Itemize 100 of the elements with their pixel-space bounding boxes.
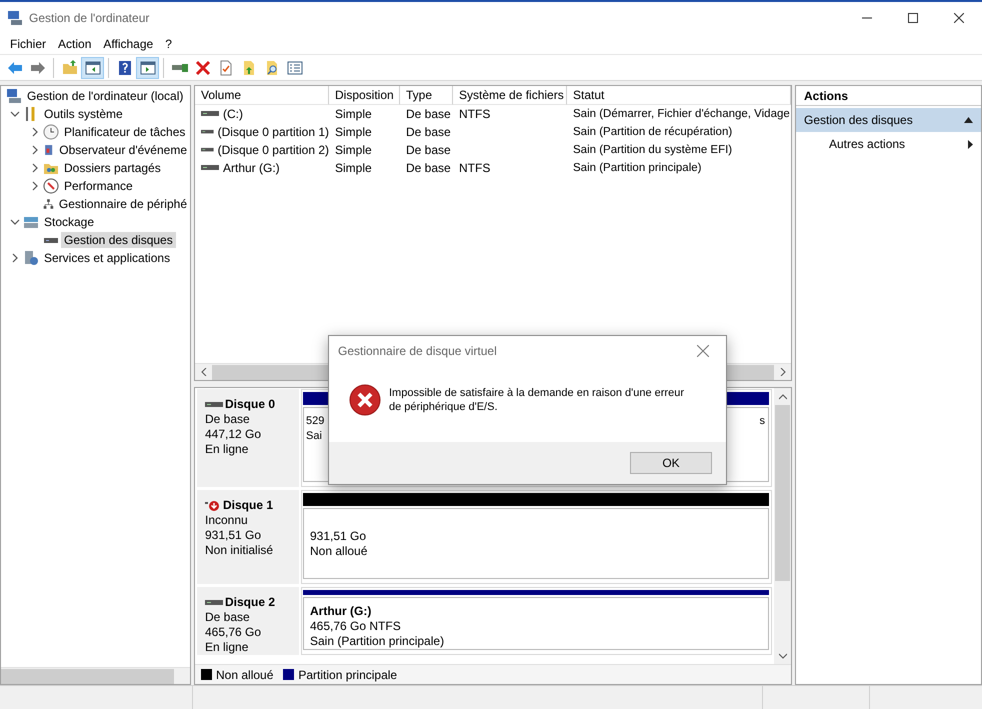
table-cell: (C:) — [223, 107, 243, 121]
disk-info: En ligne — [205, 640, 250, 655]
device-tree-icon — [43, 196, 54, 212]
close-icon — [954, 12, 964, 22]
table-cell: (Disque 0 partition 2) — [218, 143, 329, 157]
help-icon — [116, 60, 132, 76]
partition-block[interactable]: 931,51 Go Non alloué — [303, 508, 769, 579]
tree-item[interactable]: Gestionnaire de périphé — [56, 196, 190, 212]
partition-info: s — [760, 414, 765, 429]
column-header[interactable]: Statut — [567, 86, 791, 105]
table-cell: Sain (Partition du système EFI) — [573, 144, 732, 156]
table-cell: De base — [406, 125, 451, 139]
partition-info: 529 — [306, 414, 324, 429]
dialog-title: Gestionnaire de disque virtuel — [338, 344, 497, 358]
column-header[interactable]: Système de fichiers — [453, 86, 567, 105]
chevron-right-icon[interactable] — [30, 145, 40, 155]
back-arrow-icon — [6, 60, 22, 76]
menu-item[interactable]: Action — [52, 34, 98, 52]
scrollbar-thumb[interactable] — [775, 405, 790, 581]
collapse-up-icon — [964, 117, 973, 123]
chevron-down-icon[interactable] — [10, 217, 20, 227]
computer-management-icon — [7, 10, 23, 26]
tree-item[interactable]: Services et applications — [41, 250, 174, 266]
delete-icon — [194, 60, 210, 76]
forward-arrow-icon — [30, 60, 46, 76]
pane-icon — [84, 60, 100, 76]
disk-info: 931,51 Go — [205, 528, 262, 543]
window-title: Gestion de l'ordinateur — [29, 10, 150, 24]
disk-drive-icon — [201, 164, 219, 172]
menu-item[interactable]: Fichier — [4, 34, 52, 52]
menu-item[interactable]: Affichage — [97, 34, 160, 52]
error-icon — [349, 384, 381, 416]
actions-header: Actions — [796, 86, 981, 106]
tree-item[interactable]: Observateur d'événeme — [56, 142, 190, 158]
chevron-right-icon[interactable] — [10, 253, 20, 263]
table-cell: (Disque 0 partition 1) — [218, 125, 329, 139]
table-cell: Simple — [335, 143, 372, 157]
partition-info: Non alloué — [310, 544, 368, 558]
chevron-down-icon[interactable] — [10, 109, 20, 119]
table-cell: Sain (Partition de récupération) — [573, 126, 732, 138]
legend-label: Partition principale — [298, 668, 398, 682]
tree-item[interactable]: Gestion des disques — [61, 232, 176, 248]
folder-icon — [62, 60, 78, 76]
toolbar-button[interactable] — [81, 56, 104, 78]
disk-name: Disque 2 — [225, 595, 276, 610]
table-cell: Sain (Démarrer, Fichier d'échange, Vidage — [573, 108, 790, 120]
disk-info: Non initialisé — [205, 543, 274, 558]
pane-icon — [140, 60, 156, 76]
scrollbar-thumb[interactable] — [1, 668, 174, 684]
partition-block[interactable]: Arthur (G:) 465,76 Go NTFS Sain (Partition principale) — [303, 597, 769, 650]
disk-drive-icon — [201, 128, 214, 136]
disk-info: De base — [205, 610, 251, 625]
gauge-icon — [43, 178, 59, 194]
event-log-icon — [43, 142, 54, 158]
table-cell: Sain (Partition principale) — [573, 162, 702, 174]
table-cell: De base — [406, 107, 451, 121]
disk-name: Disque 0 — [225, 397, 276, 412]
chevron-right-icon[interactable] — [30, 163, 40, 173]
partition-info: 931,51 Go — [310, 528, 366, 544]
chevron-right-icon[interactable] — [30, 127, 40, 137]
maximize-icon — [908, 12, 918, 22]
column-header[interactable]: Type — [400, 86, 453, 105]
column-header[interactable]: Disposition — [329, 86, 400, 105]
chevron-right-icon[interactable] — [30, 181, 40, 191]
tree-item[interactable]: Stockage — [41, 214, 98, 230]
disk-info: En ligne — [205, 442, 250, 457]
disk-name: Disque 1 — [223, 498, 274, 513]
disk-drive-icon — [201, 146, 214, 154]
section-label: Gestion des disques — [804, 113, 913, 127]
disk-info: Inconnu — [205, 513, 249, 528]
ok-button[interactable]: OK — [630, 452, 712, 474]
table-cell: Simple — [335, 161, 372, 175]
tree-item[interactable]: Dossiers partagés — [61, 160, 164, 176]
table-cell: NTFS — [459, 161, 490, 175]
close-icon — [697, 345, 709, 357]
clock-icon — [43, 124, 59, 140]
menu-item[interactable]: ? — [159, 34, 178, 52]
partition-info: 465,76 Go NTFS — [310, 619, 401, 634]
list-icon — [286, 60, 302, 76]
partition-info: Sain (Partition principale) — [310, 634, 444, 649]
partition-info: Sai — [306, 429, 322, 444]
tree-item[interactable]: Outils système — [41, 106, 126, 122]
document-check-icon — [218, 60, 234, 76]
connector-icon — [172, 64, 188, 72]
tree-item[interactable]: Gestion de l'ordinateur (local) — [24, 88, 186, 104]
chevron-down-icon — [778, 652, 786, 660]
action-item[interactable]: Autres actions — [796, 132, 981, 156]
chevron-left-icon — [200, 368, 208, 376]
toolbar-button[interactable] — [136, 56, 159, 78]
tree-item[interactable]: Performance — [61, 178, 136, 194]
disk-info: 465,76 Go — [205, 625, 262, 640]
disk-info: De base — [205, 412, 251, 427]
tree-item[interactable]: Planificateur de tâches — [61, 124, 188, 140]
table-cell: Simple — [335, 107, 372, 121]
column-header[interactable]: Volume — [195, 86, 329, 105]
table-cell: Arthur (G:) — [223, 161, 280, 175]
error-message: Impossible de satisfaire à la demande en raison d'une erreur de périphérique d'E/S. — [389, 386, 685, 414]
storage-icon — [23, 214, 39, 230]
actions-section[interactable]: Gestion des disques — [796, 108, 981, 132]
table-cell: De base — [406, 143, 451, 157]
